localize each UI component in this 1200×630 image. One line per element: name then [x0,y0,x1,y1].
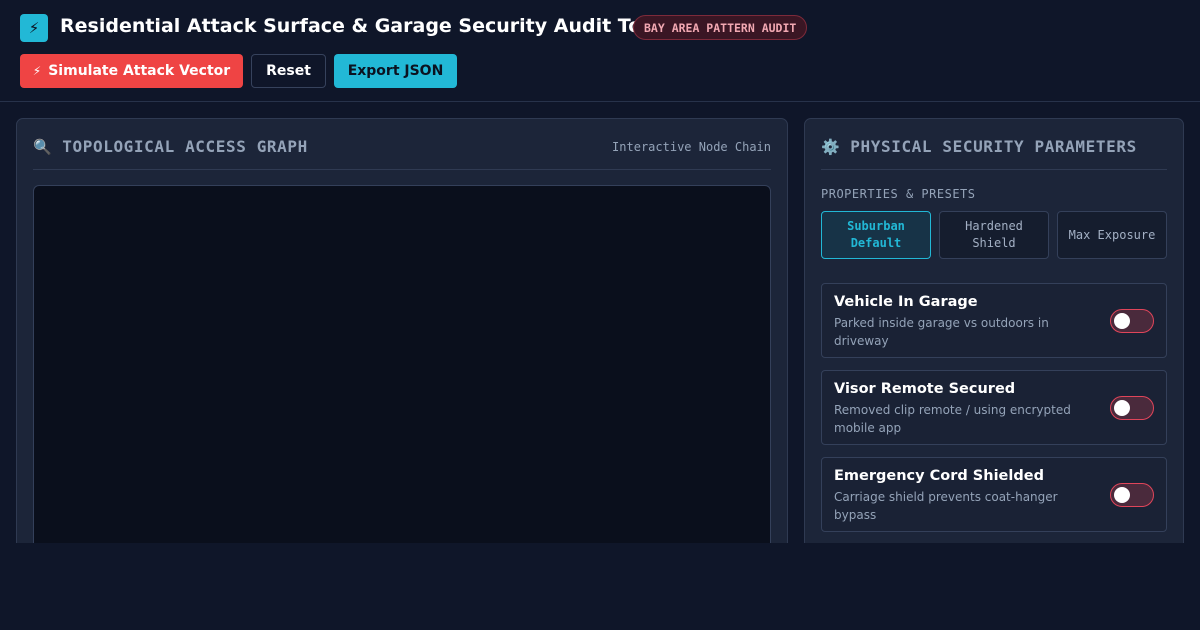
toggle-title: Emergency Cord Shielded [834,468,1044,484]
preset-suburban-default[interactable]: Suburban Default [821,211,931,259]
simulate-attack-label: Simulate Attack Vector [48,63,231,79]
graph-panel-title: TOPOLOGICAL ACCESS GRAPH [62,137,308,156]
graph-panel-subtitle: Interactive Node Chain [612,140,771,154]
gear-icon: ⚙️ [821,137,841,156]
graph-panel-title-row: 🔍 TOPOLOGICAL ACCESS GRAPH [33,137,308,156]
topology-graph-canvas[interactable] [33,185,771,543]
app-title: Residential Attack Surface & Garage Secu… [60,15,661,37]
visor-remote-secured-toggle[interactable] [1110,396,1154,420]
vehicle-in-garage-toggle[interactable] [1110,309,1154,333]
emergency-cord-shielded-card: Emergency Cord Shielded Carriage shield … [821,457,1167,532]
toggle-description: Carriage shield prevents coat-hanger byp… [834,490,1058,522]
params-panel-header: ⚙️ PHYSICAL SECURITY PARAMETERS [821,119,1167,170]
security-parameters-panel: ⚙️ PHYSICAL SECURITY PARAMETERS PROPERTI… [804,118,1184,543]
preset-max-exposure[interactable]: Max Exposure [1057,211,1167,259]
params-panel-title-row: ⚙️ PHYSICAL SECURITY PARAMETERS [821,137,1137,156]
toggle-knob [1114,487,1130,503]
toggle-title: Vehicle In Garage [834,294,978,310]
emergency-cord-shielded-toggle[interactable] [1110,483,1154,507]
params-panel-title: PHYSICAL SECURITY PARAMETERS [850,137,1137,156]
access-graph-panel: 🔍 TOPOLOGICAL ACCESS GRAPH Interactive N… [16,118,788,543]
presets-section-label: PROPERTIES & PRESETS [821,187,976,201]
reset-button[interactable]: Reset [251,54,326,88]
logo-glyph: ⚡ [28,18,40,37]
lightning-icon: ⚡ [32,64,42,78]
simulate-attack-button[interactable]: ⚡ Simulate Attack Vector [20,54,243,88]
toggle-description: Parked inside garage vs outdoors in driv… [834,316,1049,348]
toggle-knob [1114,313,1130,329]
graph-panel-header: 🔍 TOPOLOGICAL ACCESS GRAPH Interactive N… [33,119,771,170]
toggle-description: Removed clip remote / using encrypted mo… [834,403,1071,435]
toggle-knob [1114,400,1130,416]
app-header: ⚡ Residential Attack Surface & Garage Se… [0,0,1200,102]
export-json-button[interactable]: Export JSON [334,54,457,88]
vehicle-in-garage-card: Vehicle In Garage Parked inside garage v… [821,283,1167,358]
magnifier-icon: 🔍 [33,137,53,156]
audit-pattern-badge: BAY AREA PATTERN AUDIT [633,15,808,40]
visor-remote-secured-card: Visor Remote Secured Removed clip remote… [821,370,1167,445]
lightning-logo-icon: ⚡ [20,14,48,42]
preset-hardened-shield[interactable]: Hardened Shield [939,211,1049,259]
toggle-title: Visor Remote Secured [834,381,1016,397]
app-viewport: ⚡ Residential Attack Surface & Garage Se… [0,0,1200,543]
